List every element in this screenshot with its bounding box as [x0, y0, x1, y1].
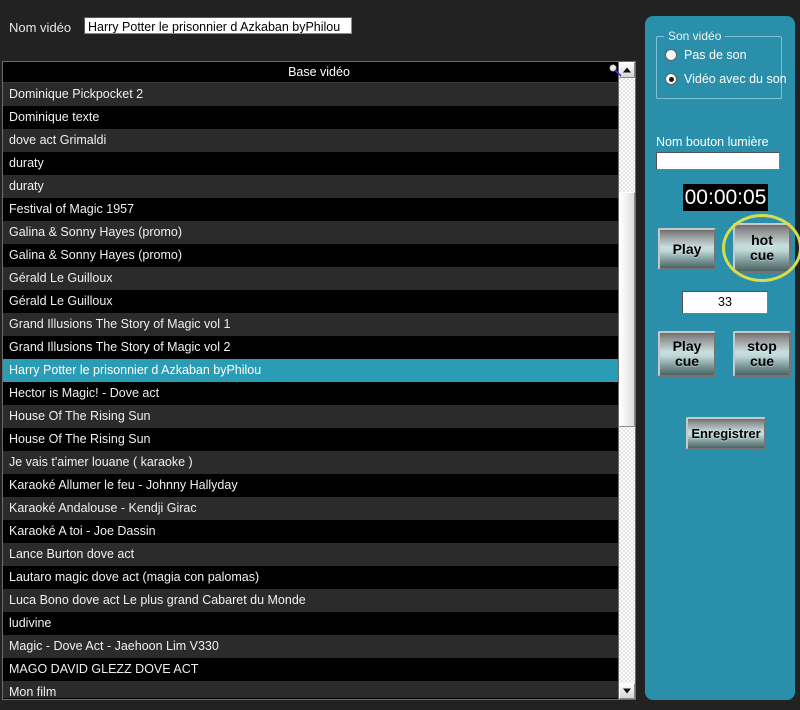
- list-item[interactable]: Karaoké Allumer le feu - Johnny Hallyday: [3, 474, 635, 497]
- light-button-name-label: Nom bouton lumière: [656, 135, 769, 149]
- radio-with-sound-indicator: [665, 73, 677, 85]
- list-item[interactable]: MAGO DAVID GLEZZ DOVE ACT: [3, 658, 635, 681]
- sound-options-group: Son vidéo Pas de son Vidéo avec du son: [656, 29, 787, 99]
- cue-number-input[interactable]: 33: [682, 291, 768, 314]
- play-cue-button[interactable]: Play cue: [658, 331, 716, 377]
- radio-with-sound-label: Vidéo avec du son: [684, 72, 787, 86]
- control-panel: Son vidéo Pas de son Vidéo avec du son N…: [645, 16, 800, 700]
- list-item[interactable]: Hector is Magic! - Dove act: [3, 382, 635, 405]
- list-item-label: House Of The Rising Sun: [9, 432, 151, 446]
- list-item[interactable]: Luca Bono dove act Le plus grand Cabaret…: [3, 589, 635, 612]
- list-item[interactable]: House Of The Rising Sun: [3, 405, 635, 428]
- triangle-down-icon: [623, 688, 631, 694]
- radio-no-sound[interactable]: Pas de son: [665, 48, 747, 62]
- list-item[interactable]: Dominique texte: [3, 106, 635, 129]
- list-item-label: Je vais t'aimer louane ( karaoke ): [9, 455, 193, 469]
- stop-cue-button[interactable]: stop cue: [733, 331, 791, 377]
- list-item[interactable]: duraty: [3, 175, 635, 198]
- list-item[interactable]: Grand Illusions The Story of Magic vol 1: [3, 313, 635, 336]
- list-item[interactable]: Je vais t'aimer louane ( karaoke ): [3, 451, 635, 474]
- list-item[interactable]: Festival of Magic 1957: [3, 198, 635, 221]
- video-database-panel: Base vidéo Dominique Pickpocket 2 Dominiq…: [2, 61, 636, 700]
- radio-no-sound-indicator: [665, 49, 677, 61]
- app-window: Nom vidéo Harry Potter le prisonnier d A…: [0, 0, 800, 710]
- list-scrollbar[interactable]: [618, 62, 635, 699]
- list-item-label: Luca Bono dove act Le plus grand Cabaret…: [9, 593, 306, 607]
- list-item-label: Grand Illusions The Story of Magic vol 2: [9, 340, 231, 354]
- list-item[interactable]: Dominique Pickpocket 2: [3, 83, 635, 106]
- list-item-label: Dominique Pickpocket 2: [9, 87, 144, 101]
- scroll-up-arrow-icon[interactable]: [619, 62, 635, 78]
- list-item[interactable]: Gérald Le Guilloux: [3, 267, 635, 290]
- timer-display: 00:00:05: [683, 184, 768, 211]
- list-item[interactable]: Grand Illusions The Story of Magic vol 2: [3, 336, 635, 359]
- light-button-name-input[interactable]: [656, 152, 780, 170]
- list-item-label: Harry Potter le prisonnier d Azkaban byP…: [9, 363, 262, 377]
- video-list[interactable]: Dominique Pickpocket 2 Dominique texte dov…: [3, 83, 635, 698]
- stop-cue-button-label-line2: cue: [749, 353, 775, 369]
- list-item-label: Festival of Magic 1957: [9, 202, 135, 216]
- list-item[interactable]: Karaoké A toi - Joe Dassin: [3, 520, 635, 543]
- list-item-label: Mon film: [9, 685, 57, 698]
- list-item[interactable]: ludivine: [3, 612, 635, 635]
- list-item-label: duraty: [9, 156, 44, 170]
- video-name-form: Nom vidéo Harry Potter le prisonnier d A…: [0, 0, 636, 56]
- list-header: Base vidéo: [3, 62, 635, 83]
- list-item[interactable]: duraty: [3, 152, 635, 175]
- play-cue-button-label-line1: Play: [672, 338, 702, 355]
- save-button[interactable]: Enregistrer: [686, 417, 766, 450]
- list-item-label: Lautaro magic dove act (magia con paloma…: [9, 570, 260, 584]
- stop-cue-button-label-line1: stop: [747, 338, 777, 355]
- list-item-label: Gérald Le Guilloux: [9, 294, 113, 308]
- radio-with-sound[interactable]: Vidéo avec du son: [665, 72, 787, 86]
- list-item[interactable]: Galina & Sonny Hayes (promo): [3, 221, 635, 244]
- hot-cue-button-label-line2: cue: [749, 247, 775, 263]
- list-item[interactable]: Gérald Le Guilloux: [3, 290, 635, 313]
- list-item-label: Magic - Dove Act - Jaehoon Lim V330: [9, 639, 219, 653]
- list-item-label: MAGO DAVID GLEZZ DOVE ACT: [9, 662, 199, 676]
- list-item[interactable]: Galina & Sonny Hayes (promo): [3, 244, 635, 267]
- scrollbar-thumb[interactable]: [619, 192, 635, 427]
- list-item-label: Galina & Sonny Hayes (promo): [9, 248, 182, 262]
- list-item[interactable]: Harry Potter le prisonnier d Azkaban byP…: [3, 359, 635, 382]
- list-item-label: duraty: [9, 179, 44, 193]
- play-button-label: Play: [672, 240, 702, 257]
- list-item-label: Karaoké A toi - Joe Dassin: [9, 524, 156, 538]
- list-item-label: House Of The Rising Sun: [9, 409, 151, 423]
- save-button-label: Enregistrer: [691, 425, 761, 441]
- list-item[interactable]: Mon film: [3, 681, 635, 698]
- list-item-label: Grand Illusions The Story of Magic vol 1: [9, 317, 231, 331]
- list-item[interactable]: Lautaro magic dove act (magia con paloma…: [3, 566, 635, 589]
- list-item-label: ludivine: [9, 616, 52, 630]
- list-item-label: Hector is Magic! - Dove act: [9, 386, 160, 400]
- hot-cue-button[interactable]: hot cue: [733, 223, 791, 273]
- list-item[interactable]: dove act Grimaldi: [3, 129, 635, 152]
- scroll-down-arrow-icon[interactable]: [619, 683, 635, 699]
- list-item-label: Dominique texte: [9, 110, 100, 124]
- list-item[interactable]: Lance Burton dove act: [3, 543, 635, 566]
- list-item-label: Lance Burton dove act: [9, 547, 135, 561]
- list-item[interactable]: House Of The Rising Sun: [3, 428, 635, 451]
- list-item-label: Galina & Sonny Hayes (promo): [9, 225, 182, 239]
- list-item[interactable]: Karaoké Andalouse - Kendji Girac: [3, 497, 635, 520]
- video-name-input[interactable]: Harry Potter le prisonnier d Azkaban byP…: [84, 17, 352, 34]
- list-item[interactable]: Magic - Dove Act - Jaehoon Lim V330: [3, 635, 635, 658]
- play-cue-button-label-line2: cue: [674, 353, 700, 369]
- video-name-label: Nom vidéo: [9, 20, 72, 35]
- play-button[interactable]: Play: [658, 228, 716, 270]
- radio-no-sound-label: Pas de son: [684, 48, 747, 62]
- list-item-label: Karaoké Andalouse - Kendji Girac: [9, 501, 197, 515]
- triangle-up-icon: [623, 67, 631, 73]
- list-item-label: Karaoké Allumer le feu - Johnny Hallyday: [9, 478, 238, 492]
- list-item-label: Gérald Le Guilloux: [9, 271, 113, 285]
- hot-cue-button-label-line1: hot: [751, 232, 773, 249]
- list-item-label: dove act Grimaldi: [9, 133, 107, 147]
- sound-group-title: Son vidéo: [664, 29, 726, 43]
